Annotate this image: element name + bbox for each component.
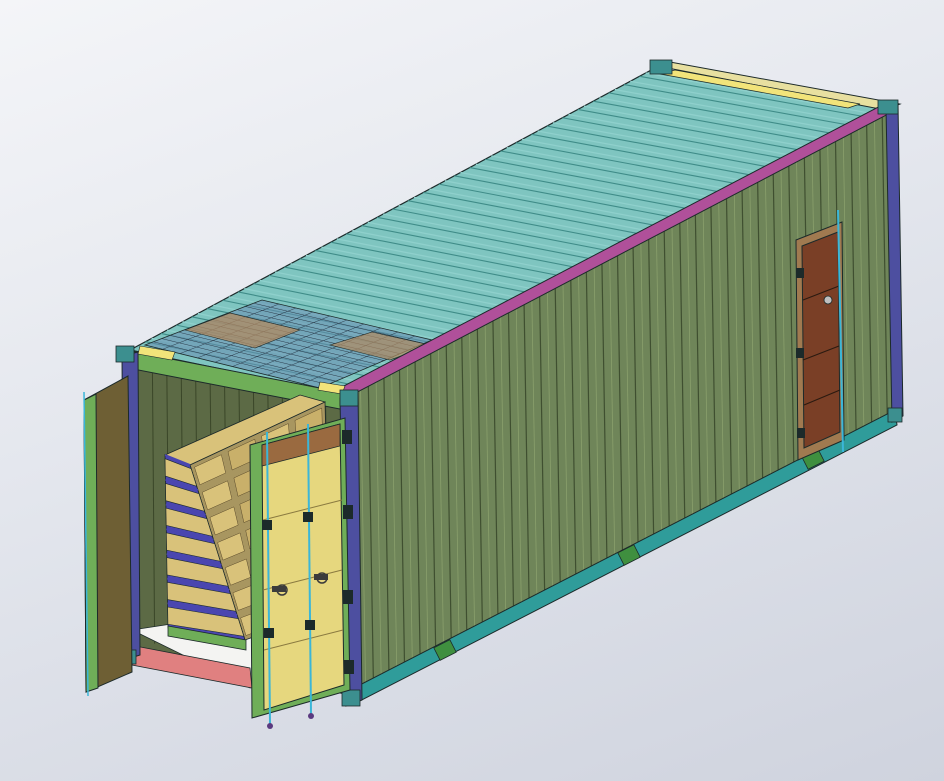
corner-casting	[877, 99, 899, 115]
side-door[interactable]	[795, 209, 845, 461]
corner-casting	[339, 389, 359, 407]
rod-bracket	[303, 512, 313, 522]
corner-casting	[341, 689, 361, 707]
rod-bracket	[305, 620, 315, 630]
hinge	[797, 428, 805, 438]
rod-bracket	[264, 628, 274, 638]
container-3d-model[interactable]	[0, 0, 944, 781]
hinge	[796, 348, 804, 358]
rod-end	[267, 723, 273, 729]
corner-casting	[115, 345, 135, 363]
hinge	[342, 430, 352, 444]
corner-casting	[649, 59, 673, 75]
hinge	[343, 590, 353, 604]
right-door-panel	[261, 423, 345, 711]
cad-viewport[interactable]	[0, 0, 944, 781]
hinge	[796, 268, 804, 278]
left-door-open[interactable]	[83, 375, 133, 697]
rod-bracket	[262, 520, 272, 530]
side-door-leaf	[801, 231, 841, 449]
hinge	[344, 660, 354, 674]
rod-end	[308, 713, 314, 719]
side-door-handle[interactable]	[823, 295, 833, 305]
hinge	[343, 505, 353, 519]
right-door[interactable]	[249, 417, 354, 729]
corner-casting	[887, 407, 903, 423]
